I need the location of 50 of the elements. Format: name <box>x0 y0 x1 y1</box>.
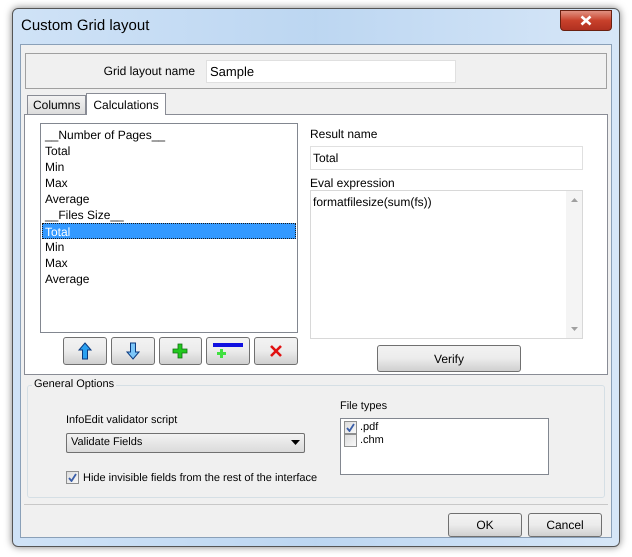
remove-row-icon <box>213 343 244 359</box>
plus-icon <box>172 343 188 359</box>
expression-text: formatfilesize(sum(fs)) <box>312 194 433 211</box>
verify-button[interactable]: Verify <box>377 345 521 372</box>
tab[interactable]: Calculations <box>86 93 166 115</box>
window-title: Custom Grid layout <box>20 16 150 36</box>
text-field[interactable]: Sample <box>206 60 456 82</box>
group-title: General Options <box>32 378 116 391</box>
file-type-label: .chm <box>360 434 384 446</box>
tab[interactable]: Columns <box>27 95 86 114</box>
field-label: Eval expression <box>310 176 396 190</box>
up-button[interactable] <box>63 337 107 365</box>
validator-dropdown[interactable]: Validate Fields <box>66 432 305 452</box>
field-label: Grid layout name <box>102 63 195 80</box>
list-item[interactable]: Average <box>42 191 296 207</box>
field-label: File types <box>340 399 388 414</box>
delete-icon <box>270 345 282 357</box>
checkbox[interactable] <box>66 471 79 484</box>
checkbox-label: Hide invisible fields from the rest of the interface <box>83 470 318 486</box>
delete-button[interactable] <box>254 337 298 365</box>
list-item[interactable]: Min <box>42 239 296 255</box>
down-arrow-icon <box>126 342 140 360</box>
list-item[interactable]: __Files Size__ <box>42 207 296 223</box>
list-item[interactable]: Total <box>42 143 296 159</box>
checkbox[interactable] <box>344 434 357 446</box>
list-item[interactable]: Average <box>42 271 296 287</box>
checkbox[interactable] <box>344 420 357 434</box>
checkmark-icon <box>346 422 355 432</box>
scroll-down-icon <box>570 327 578 331</box>
field-label: InfoEdit validator script <box>66 413 178 428</box>
dialog-button[interactable]: OK <box>448 513 522 537</box>
field-label: Result name <box>310 127 378 141</box>
scroll-up-icon <box>570 198 578 202</box>
list-item[interactable]: Max <box>42 175 296 191</box>
expression-area[interactable]: formatfilesize(sum(fs)) <box>310 190 583 339</box>
down-button[interactable] <box>110 337 155 365</box>
add-button[interactable] <box>158 337 202 365</box>
file-type-label: .pdf <box>360 420 378 434</box>
scrollbar[interactable] <box>566 191 582 338</box>
close-button[interactable] <box>560 10 612 31</box>
dropdown-arrow-icon <box>291 440 300 445</box>
close-icon <box>580 15 592 26</box>
text-field[interactable]: Total <box>310 146 583 170</box>
checkmark-icon <box>68 473 77 482</box>
list-item[interactable]: Max <box>42 255 296 271</box>
dialog-button[interactable]: Cancel <box>528 513 602 537</box>
remove-button[interactable] <box>206 337 250 365</box>
up-arrow-icon <box>78 342 92 360</box>
list-item[interactable]: Min <box>42 159 296 175</box>
list-item[interactable]: __Number of Pages__ <box>42 127 296 143</box>
